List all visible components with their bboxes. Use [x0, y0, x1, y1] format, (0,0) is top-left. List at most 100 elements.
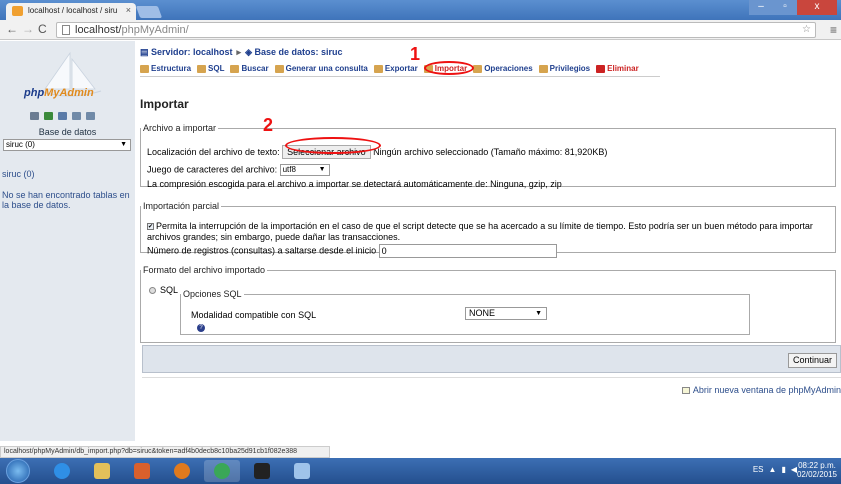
allow-interrupt-row: ✔ Permita la interrupción de la importaci…	[147, 221, 813, 231]
close-window-button[interactable]: x	[797, 0, 837, 15]
database-select[interactable]: siruc (0) ▼	[3, 139, 131, 151]
compression-note: La compresión escogida para el archivo a…	[147, 179, 562, 189]
browser-tab[interactable]: localhost / localhost / siru ×	[6, 3, 136, 20]
tab-query[interactable]: Generar una consulta	[274, 64, 368, 73]
sql-docs-icon[interactable]	[86, 112, 95, 120]
new-window-link[interactable]: Abrir nueva ventana de phpMyAdmin	[681, 385, 841, 395]
partial-import-fieldset: Importación parcial ✔ Permita la interrup…	[140, 201, 836, 258]
taskbar-chrome[interactable]	[204, 460, 240, 482]
skip-queries-input[interactable]: 0	[378, 244, 557, 258]
internet-explorer-icon	[54, 463, 70, 479]
browser-toolbar: ← → C localhost/phpMyAdmin/ ☆ ≡	[0, 20, 841, 40]
breadcrumb-server[interactable]: Servidor: localhost	[151, 47, 233, 57]
query-window-icon[interactable]	[58, 112, 67, 120]
file-to-import-legend: Archivo a importar	[143, 123, 217, 133]
clock[interactable]: 08:22 p.m. 02/02/2015	[797, 461, 837, 479]
file-location-label: Localización del archivo de texto:	[147, 147, 280, 157]
sidebar: phpMyAdmin Base de datos siruc (0) ▼ sir…	[0, 41, 135, 441]
taskbar-ie[interactable]	[44, 460, 80, 482]
terminal-icon	[254, 463, 270, 479]
start-button[interactable]	[6, 459, 30, 483]
charset-row: Juego de caracteres del archivo: utf8 ▼	[147, 164, 330, 176]
network-icon[interactable]: ▮	[781, 465, 785, 474]
logout-icon[interactable]	[44, 112, 53, 120]
annotation-number-2: 2	[263, 115, 274, 135]
url-host: localhost/	[75, 24, 122, 36]
tab-search[interactable]: Buscar	[230, 64, 269, 73]
compat-label: Modalidad compatible con SQL	[191, 310, 317, 320]
chrome-menu-icon[interactable]: ≡	[830, 23, 837, 37]
tab-delete[interactable]: Eliminar	[596, 64, 639, 73]
taskbar-media[interactable]	[124, 460, 160, 482]
phpmyadmin-logo-text[interactable]: phpMyAdmin	[24, 87, 94, 99]
chevron-down-icon: ▼	[318, 166, 326, 173]
back-icon[interactable]: ←	[6, 22, 18, 36]
sql-icon	[197, 64, 207, 73]
clock-time: 08:22 p.m.	[798, 461, 836, 470]
chevron-down-icon: ▼	[120, 141, 127, 148]
new-tab-button[interactable]	[135, 6, 163, 18]
file-to-import-fieldset: Archivo a importar Localización del arch…	[140, 123, 836, 189]
tab-structure[interactable]: Estructura	[140, 64, 191, 73]
database-select-value: siruc (0)	[6, 140, 35, 149]
taskbar-explorer[interactable]	[84, 460, 120, 482]
taskbar-firefox[interactable]	[164, 460, 200, 482]
annotation-circle-1	[424, 61, 474, 75]
compat-mode-select[interactable]: NONE ▼	[465, 307, 547, 320]
format-sql-option[interactable]: SQL	[149, 285, 178, 295]
chrome-icon	[214, 463, 230, 479]
charset-select[interactable]: utf8 ▼	[279, 164, 330, 176]
reload-icon[interactable]: C	[38, 22, 47, 36]
database-link[interactable]: siruc (0)	[2, 169, 35, 179]
no-file-text: Ningún archivo seleccionado	[373, 147, 489, 157]
operations-icon	[473, 64, 483, 73]
chevron-down-icon: ▼	[535, 310, 542, 317]
tab-privileges[interactable]: Privilegios	[538, 64, 590, 73]
home-icon[interactable]	[30, 112, 39, 120]
phpmyadmin-favicon-icon	[12, 6, 23, 16]
max-size-text: (Tamaño máximo: 81,920KB)	[490, 147, 608, 157]
query-icon	[274, 64, 284, 73]
allow-interrupt-checkbox[interactable]: ✔	[147, 223, 154, 231]
docs-icon[interactable]	[72, 112, 81, 120]
tab-export[interactable]: Exportar	[373, 64, 418, 73]
url-path: phpMyAdmin/	[121, 24, 189, 36]
forward-icon[interactable]: →	[22, 22, 34, 36]
tray-up-arrow-icon[interactable]: ▲	[769, 465, 777, 474]
server-icon: ▤	[140, 47, 152, 57]
taskbar-cmd[interactable]	[244, 460, 280, 482]
annotation-circle-2	[285, 137, 381, 154]
database-label: Base de datos	[38, 127, 97, 137]
folder-icon	[94, 463, 110, 479]
language-indicator[interactable]: ES	[753, 465, 764, 474]
tab-operations[interactable]: Operaciones	[473, 64, 533, 73]
minimize-button[interactable]: –	[749, 0, 773, 15]
continue-button[interactable]: Continuar	[787, 353, 837, 368]
tab-sql[interactable]: SQL	[197, 64, 224, 73]
windows-taskbar: ES ▲ ▮ ◀ 08:22 p.m. 02/02/2015	[0, 458, 841, 484]
allow-interrupt-label: Permita la interrupción de la importació…	[156, 221, 813, 231]
bottom-divider	[142, 377, 841, 378]
address-bar[interactable]: localhost/phpMyAdmin/ ☆	[56, 22, 816, 38]
delete-icon	[596, 64, 606, 73]
breadcrumb: ▤ Servidor: localhost ▸ ◈ Base de datos: s…	[140, 47, 343, 58]
bookmark-star-icon[interactable]: ☆	[802, 23, 811, 37]
status-url-bubble: localhost/phpMyAdmin/db_import.php?db=si…	[0, 446, 330, 458]
page-icon	[62, 25, 70, 35]
breadcrumb-database[interactable]: Base de datos: siruc	[255, 47, 343, 57]
sql-radio[interactable]	[149, 287, 156, 295]
taskbar-paint[interactable]	[284, 460, 320, 482]
help-icon[interactable]: ?	[197, 324, 205, 332]
browser-tab-bar: localhost / localhost / siru × – ▫ x	[0, 0, 841, 20]
skip-label: Número de registros (consultas) a saltar…	[147, 245, 377, 256]
close-tab-icon[interactable]: ×	[126, 5, 131, 15]
clock-date: 02/02/2015	[796, 470, 837, 479]
maximize-button[interactable]: ▫	[773, 0, 797, 15]
action-bar: Continuar	[142, 345, 841, 373]
firefox-icon	[174, 463, 190, 479]
sidebar-quick-icons	[30, 112, 95, 120]
tabs-divider	[140, 76, 660, 77]
media-player-icon	[134, 463, 150, 479]
no-tables-message: No se han encontrado tablas en la base d…	[2, 190, 130, 210]
sql-radio-label: SQL	[160, 285, 179, 295]
